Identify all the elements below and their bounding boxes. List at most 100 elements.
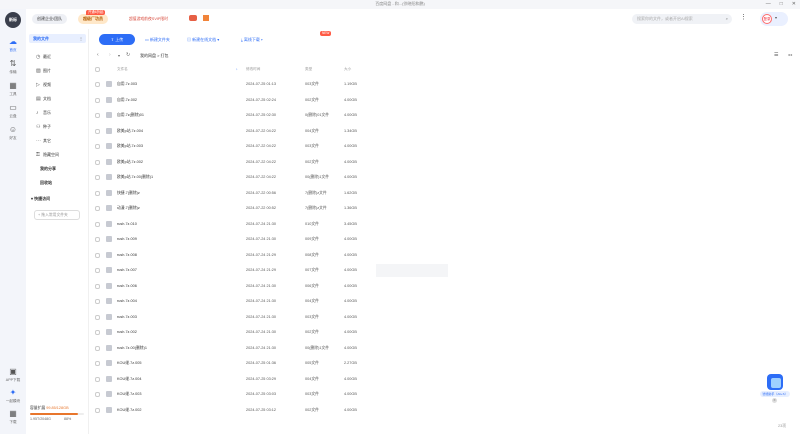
file-name[interactable]: rush.7z.00(删除)1 xyxy=(117,346,147,351)
nav-item-others[interactable]: ⋯ 其它 xyxy=(36,138,51,144)
column-size[interactable]: 大小 xyxy=(344,67,351,72)
nav-item-images[interactable]: ▨ 图片 xyxy=(36,68,51,74)
nav-item-my-share[interactable]: 我的分享 xyxy=(40,166,56,172)
back-icon[interactable]: ‹ xyxy=(97,52,99,58)
table-row[interactable]: KOU佬.7z.003 2024-07-25 03:03 003文件 4.00GB xyxy=(89,387,489,401)
row-checkbox[interactable] xyxy=(95,361,100,366)
row-checkbox[interactable] xyxy=(95,283,100,289)
file-name[interactable]: KOU佬.7z.005 xyxy=(117,361,141,366)
table-row[interactable]: rush.7z.010 2024-07-24 21:30 010文件 3.45GB xyxy=(89,217,489,231)
breadcrumb[interactable]: 我的网盘 > 打包 xyxy=(140,53,169,59)
row-checkbox[interactable] xyxy=(95,345,100,351)
nav-item-music[interactable]: ♪ 音乐 xyxy=(36,110,51,116)
row-checkbox[interactable] xyxy=(95,252,100,258)
nav-item-torrents[interactable]: ⚇ 种子 xyxy=(36,124,51,130)
gift-icon[interactable] xyxy=(203,15,209,21)
table-row[interactable]: 自用.7z.002 2024-07-25 02:24 002文件 4.00GB xyxy=(89,93,489,107)
sort-icon[interactable]: ☰ xyxy=(774,52,778,58)
forward-icon[interactable]: › xyxy=(109,52,111,58)
offline-download-button[interactable]: ⤓ 离线下载 ▾ xyxy=(241,37,263,43)
rail-item-home[interactable]: ☁ 首页 xyxy=(0,37,26,53)
close-button[interactable]: ✕ xyxy=(792,1,796,7)
sort-arrow-icon[interactable]: ↓ xyxy=(236,67,238,71)
file-name[interactable]: rush.7z.003 xyxy=(117,315,137,319)
row-checkbox[interactable] xyxy=(95,237,100,242)
table-row[interactable]: rush.7z.004 2024-07-24 21:30 004文件 4.00GB xyxy=(89,294,489,308)
column-type[interactable]: 类型 xyxy=(305,67,312,72)
table-row[interactable]: rush.7z.008 2024-07-24 21:29 008文件 4.00GB xyxy=(89,248,489,262)
table-row[interactable]: 欧美p站.7z.004 2024-07-22 04:22 004文件 1.34GB xyxy=(89,124,489,138)
row-checkbox[interactable] xyxy=(95,190,100,196)
file-name[interactable]: 动漫.7(删除)z xyxy=(117,206,140,211)
row-checkbox[interactable] xyxy=(95,97,100,103)
file-name[interactable]: 欧美p站.7z.004 xyxy=(117,129,143,134)
table-row[interactable]: 欧美p站.7z.002 2024-07-22 04:22 002文件 4.00GB xyxy=(89,155,489,169)
upload-button[interactable]: ⇪ 上传 xyxy=(99,34,135,45)
file-name[interactable]: rush.7z.004 xyxy=(117,299,137,303)
search-input[interactable]: 搜索你的文件，或者开启AI搜索 ⌕ xyxy=(632,14,732,24)
row-checkbox[interactable] xyxy=(95,392,100,397)
more-icon[interactable]: ⋮ xyxy=(79,34,83,43)
rail-item-friends[interactable]: ☺ 好友 xyxy=(0,125,26,141)
table-row[interactable]: rush.7z.003 2024-07-24 21:30 003文件 4.00GB xyxy=(89,310,489,324)
file-name[interactable]: rush.7z.008 xyxy=(117,253,137,257)
table-row[interactable]: 自用.7z.003 2024-07-25 01:13 003文件 1.19GB xyxy=(89,77,489,91)
file-name[interactable]: 欧美p站.7z.00(删除)1 xyxy=(117,175,153,180)
rail-item-cloud[interactable]: ▭ 云盘 xyxy=(0,103,26,119)
file-name[interactable]: rush.7z.002 xyxy=(117,330,137,334)
avatar[interactable]: 新标 xyxy=(5,12,21,28)
select-all-checkbox[interactable] xyxy=(95,67,100,72)
close-icon[interactable]: ✕ xyxy=(772,398,777,403)
minimize-button[interactable]: — xyxy=(766,1,771,7)
table-row[interactable]: rush.7z.006 2024-07-24 21:30 006文件 4.00GB xyxy=(89,279,489,293)
smart-assistant[interactable]: 智能助手（Alt+S） ✕ xyxy=(760,372,790,403)
file-name[interactable]: 快捷.7(删除)z xyxy=(117,191,140,196)
row-checkbox[interactable] xyxy=(95,221,100,227)
create-team-button[interactable]: 创建企业/团队 xyxy=(32,14,68,24)
table-row[interactable]: 自用.7z(删除)01 2024-07-25 02:30 0(删除)01文件 4.00… xyxy=(89,108,489,122)
new-folder-button[interactable]: ▭ 新建文件夹 xyxy=(145,37,170,43)
row-checkbox[interactable] xyxy=(95,330,100,335)
row-checkbox[interactable] xyxy=(95,159,100,165)
rail-item-tools[interactable]: ▦ 工具 xyxy=(0,81,26,97)
table-row[interactable]: 欧美p站.7z.003 2024-07-22 04:22 003文件 4.00GB xyxy=(89,139,489,153)
row-checkbox[interactable] xyxy=(95,268,100,273)
storage-usage[interactable]: 容量扩展 99.85/128GB 1.95T/2048G 88% xyxy=(30,406,85,421)
file-name[interactable]: rush.7z.006 xyxy=(117,284,137,288)
game-icon[interactable] xyxy=(189,15,197,21)
more-menu-icon[interactable]: ⋮ xyxy=(740,13,747,21)
nav-item-trash[interactable]: 回收站 xyxy=(40,180,52,186)
new-online-doc-button[interactable]: ▤ 新建在线文档 ▾ xyxy=(187,37,219,43)
nav-item-videos[interactable]: ▷ 视频 xyxy=(36,82,51,88)
row-checkbox[interactable] xyxy=(95,314,100,320)
search-icon[interactable]: ⌕ xyxy=(726,14,728,24)
table-row[interactable]: KOU佬.7z.004 2024-07-25 03:29 004文件 4.00GB xyxy=(89,372,489,386)
row-checkbox[interactable] xyxy=(95,113,100,118)
grid-view-icon[interactable]: ⚏ xyxy=(788,52,792,58)
row-checkbox[interactable] xyxy=(95,407,100,413)
quick-access-header[interactable]: ▾ 快捷访问 xyxy=(31,196,50,202)
table-row[interactable]: 动漫.7(删除)z 2024-07-22 00:52 7(删除)z文件 1.36GB xyxy=(89,201,489,215)
rail-item-app-download[interactable]: ▣ APP下载 xyxy=(0,367,26,383)
file-name[interactable]: 自用.7z.003 xyxy=(117,82,137,87)
nav-item-hidden-space[interactable]: ⚿ 隐藏空间 xyxy=(36,152,59,158)
file-name[interactable]: 自用.7z.002 xyxy=(117,98,137,103)
row-checkbox[interactable] xyxy=(95,82,100,87)
table-row[interactable]: rush.7z.009 2024-07-24 21:30 009文件 4.00GB xyxy=(89,232,489,246)
refresh-icon[interactable]: ↻ xyxy=(126,52,130,58)
table-row[interactable]: KOU佬.7z.002 2024-07-25 03:12 002文件 4.00GB xyxy=(89,403,489,417)
table-row[interactable]: KOU佬.7z.005 2024-07-25 01:36 005文件 2.27GB xyxy=(89,356,489,370)
maximize-button[interactable]: □ xyxy=(780,1,783,7)
promo-link[interactable]: 超值游戏前夜SVIP限时 xyxy=(129,17,168,22)
row-checkbox[interactable] xyxy=(95,376,100,382)
table-row[interactable]: rush.7z.00(删除)1 2024-07-24 21:30 00(删除)1文件… xyxy=(89,341,489,355)
rail-item-transfer[interactable]: ⇅ 传输 xyxy=(0,59,26,75)
row-checkbox[interactable] xyxy=(95,206,100,211)
history-dropdown-icon[interactable]: ▾ xyxy=(118,53,120,58)
nav-item-recent[interactable]: ◷ 最近 xyxy=(36,54,51,60)
nav-my-files[interactable]: 我的文件 ⋮ xyxy=(29,34,86,43)
rail-item-vip[interactable]: ✦ 一起模块 xyxy=(0,388,26,404)
file-name[interactable]: rush.7z.010 xyxy=(117,222,137,226)
table-row[interactable]: rush.7z.002 2024-07-24 21:30 002文件 4.00GB xyxy=(89,325,489,339)
table-row[interactable]: 欧美p站.7z.00(删除)1 2024-07-22 04:22 00(删除)1文件… xyxy=(89,170,489,184)
